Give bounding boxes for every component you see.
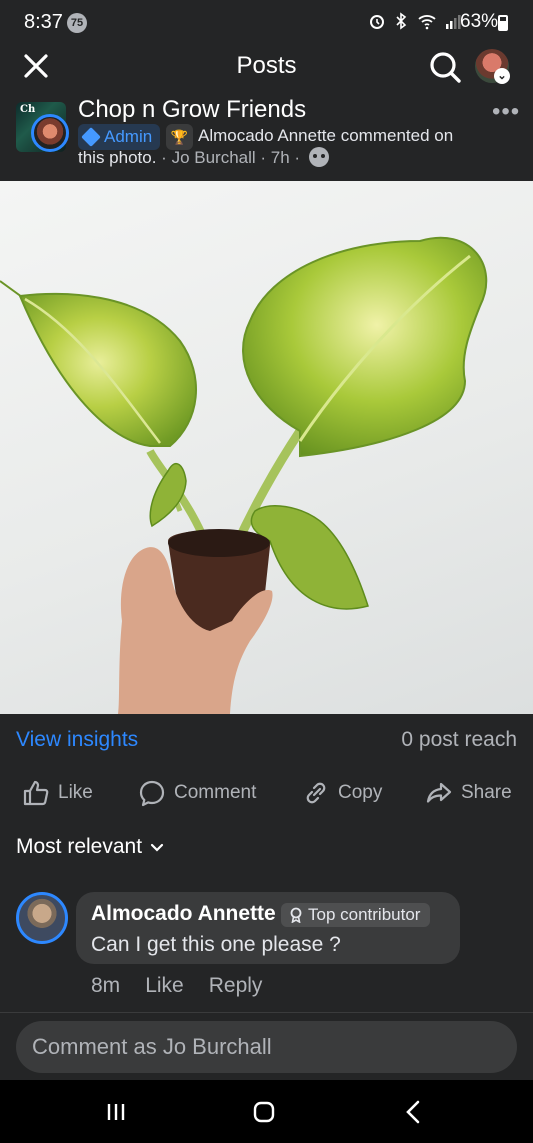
system-nav-bar	[0, 1080, 533, 1143]
sort-label: Most relevant	[16, 835, 143, 858]
copy-button[interactable]: Copy	[302, 778, 382, 808]
recent-apps-icon[interactable]	[102, 1098, 130, 1126]
group-avatar-text: Ch	[20, 104, 36, 115]
insights-bar: View insights 0 post reach	[0, 714, 533, 766]
comment-like-button[interactable]: Like	[145, 974, 184, 998]
post-reach: 0 post reach	[401, 728, 517, 751]
separator: ·	[156, 148, 172, 167]
post-time[interactable]: 7h	[271, 148, 290, 167]
member-avatar[interactable]	[31, 114, 69, 152]
share-icon	[426, 782, 452, 803]
separator: ·	[289, 148, 305, 167]
group-privacy-icon	[308, 147, 329, 167]
comment-item: Almocado Annette Top contributor Can I g…	[0, 890, 533, 1010]
post-author[interactable]: Jo Burchall	[172, 148, 256, 167]
comment-label: Comment	[174, 782, 257, 803]
badge-icon	[290, 907, 302, 923]
like-label: Like	[58, 782, 93, 803]
comment-icon	[139, 780, 165, 807]
comment-time[interactable]: 8m	[91, 974, 120, 998]
chevron-down-icon[interactable]: ⌄	[494, 68, 510, 84]
search-icon[interactable]	[428, 50, 462, 84]
group-name[interactable]: Chop n Grow Friends	[78, 96, 306, 124]
commenter-avatar[interactable]	[16, 892, 68, 944]
top-contributor-badge: Top contributor	[281, 903, 431, 927]
post-actions: Like Comment Copy Share	[0, 770, 533, 814]
comment-button[interactable]: Comment	[138, 778, 256, 808]
notification-count-badge: 75	[67, 13, 87, 33]
post-meta-line2: this photo. · Jo Burchall · 7h ·	[78, 147, 329, 168]
comment-composer: Comment as Jo Burchall	[0, 1012, 533, 1080]
commenter-name[interactable]: Almocado Annette	[91, 902, 276, 926]
post-header: Ch Chop n Grow Friends ••• Admin 🏆 Almoc…	[0, 90, 533, 180]
share-label: Share	[461, 782, 512, 803]
status-bar: 8:37 75 63%	[0, 0, 533, 44]
chevron-down-icon	[150, 843, 164, 852]
post-photo[interactable]	[0, 181, 533, 714]
admin-diamond-icon	[81, 127, 101, 147]
badge-label: Top contributor	[308, 905, 421, 924]
wifi-icon	[418, 15, 436, 30]
more-options-icon[interactable]: •••	[492, 98, 520, 126]
comment-sort-dropdown[interactable]: Most relevant	[16, 835, 164, 859]
thumbs-up-icon	[23, 780, 49, 806]
plant-illustration	[0, 236, 488, 714]
separator: ·	[255, 148, 271, 167]
back-icon[interactable]	[400, 1098, 428, 1126]
like-button[interactable]: Like	[22, 778, 93, 808]
comment-input[interactable]: Comment as Jo Burchall	[16, 1021, 517, 1073]
status-time: 8:37	[24, 11, 63, 33]
share-button[interactable]: Share	[425, 778, 512, 808]
bluetooth-icon	[396, 12, 407, 30]
activity-text-cont: this photo.	[78, 148, 157, 167]
battery-icon	[498, 15, 508, 31]
status-icons	[368, 12, 463, 32]
battery-percent: 63%	[460, 11, 499, 32]
comment-meta: 8m Like Reply	[91, 974, 262, 998]
app-header: Posts	[0, 44, 533, 90]
alarm-icon	[370, 15, 384, 29]
link-icon	[306, 782, 326, 804]
activity-text: Almocado Annette commented on	[198, 126, 454, 145]
home-icon[interactable]	[250, 1098, 278, 1126]
comment-reply-button[interactable]: Reply	[209, 974, 263, 998]
view-insights-link[interactable]: View insights	[16, 728, 138, 752]
copy-label: Copy	[338, 782, 383, 803]
comment-bubble[interactable]: Almocado Annette Top contributor Can I g…	[76, 892, 460, 964]
comment-text: Can I get this one please ?	[91, 933, 341, 956]
